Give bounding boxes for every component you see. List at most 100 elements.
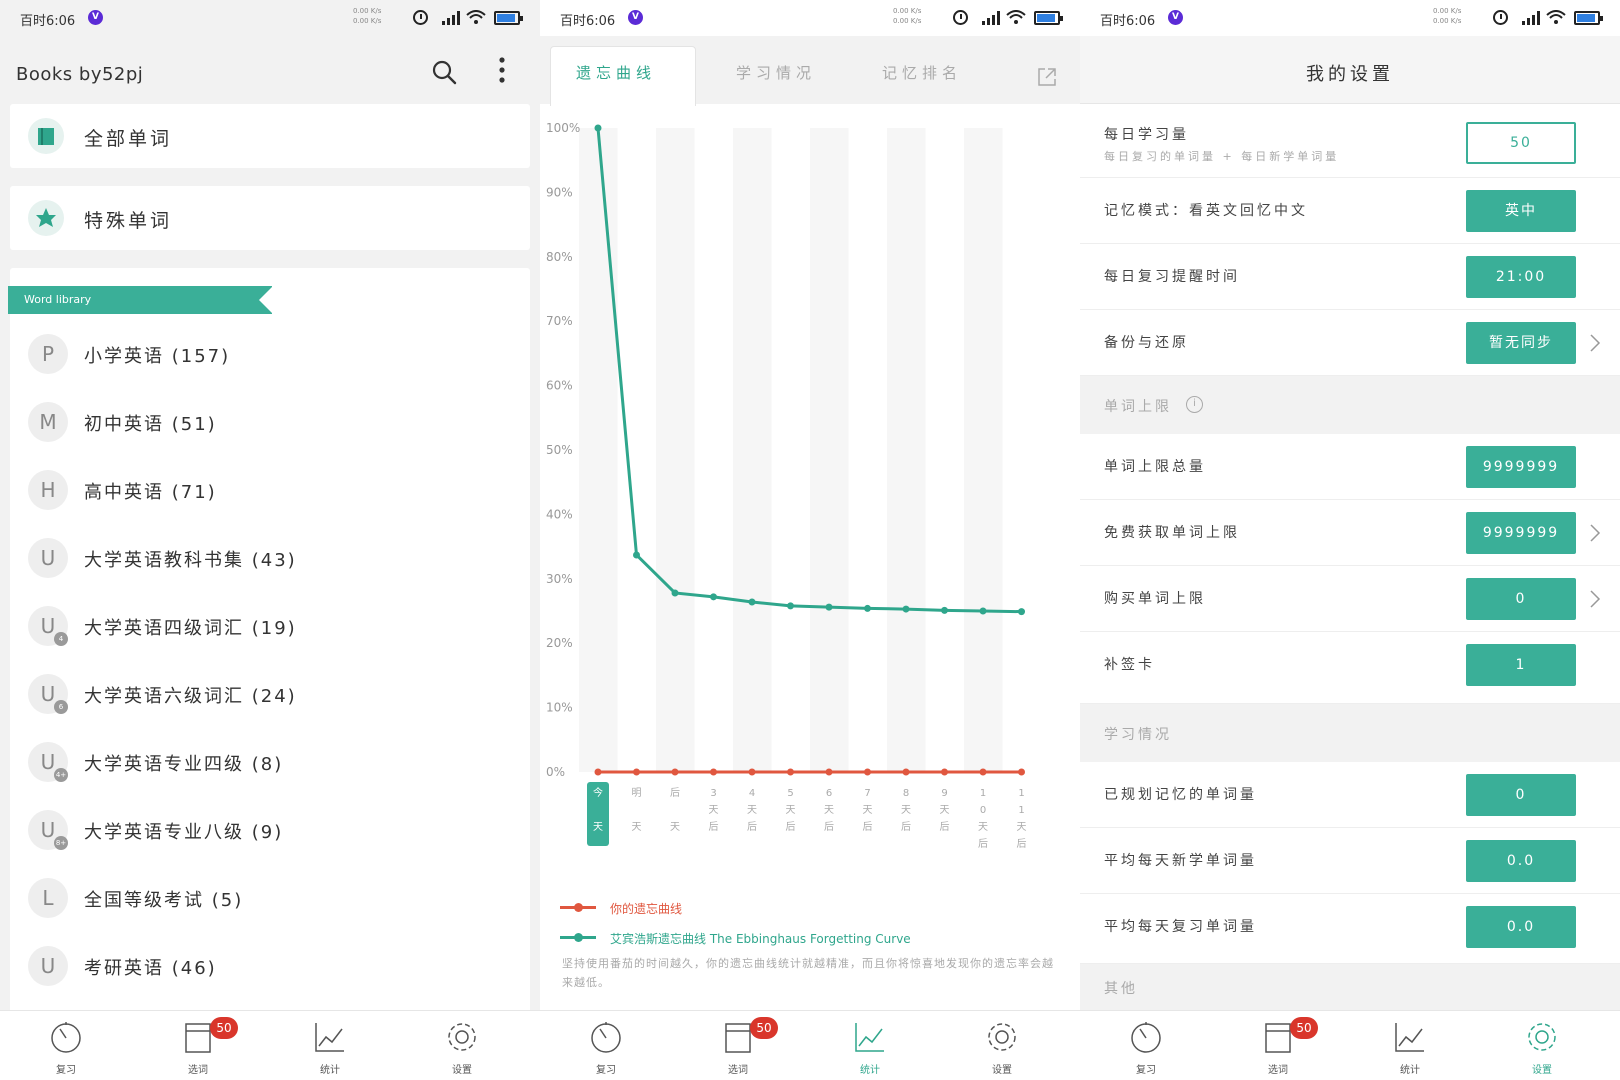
app-notification-icon: V xyxy=(88,10,103,25)
signal-icon xyxy=(1522,11,1542,25)
curve-note: 坚持使用番茄的时间越久，你的遗忘曲线统计就越精准，而且你将惊喜地发现你的遗忘率会… xyxy=(562,957,1054,989)
limit-total-value[interactable]: 9999999 xyxy=(1466,446,1576,488)
reminder-time-button[interactable]: 21:00 xyxy=(1466,256,1576,298)
library-letter-icon: U xyxy=(28,538,68,578)
library-name: 大学英语六级词汇 (24) xyxy=(84,686,297,707)
library-name: 小学英语 (157) xyxy=(84,346,231,367)
library-name: 大学英语教科书集 (43) xyxy=(84,550,297,571)
x-tick-label: 1 0 天后 xyxy=(978,788,988,850)
library-name: 大学英语专业四级 (8) xyxy=(84,754,284,775)
tab-settings[interactable]: 设置 xyxy=(1492,1011,1592,1080)
tab-review[interactable]: 复习 xyxy=(1096,1011,1196,1080)
book-icon xyxy=(28,118,64,154)
app-notification-icon: V xyxy=(628,10,643,25)
star-icon xyxy=(28,200,64,236)
tab-select-words[interactable]: 50 选词 xyxy=(688,1011,788,1080)
info-icon[interactable]: i xyxy=(1186,396,1203,413)
all-words-card[interactable]: 全部单词 xyxy=(10,104,530,168)
tab-settings[interactable]: 设置 xyxy=(952,1011,1052,1080)
search-icon[interactable] xyxy=(430,58,458,86)
x-tick-label: 5 天后 xyxy=(786,788,796,833)
line-chart-icon xyxy=(855,1023,884,1052)
chevron-right-icon[interactable] xyxy=(1588,588,1602,610)
x-tick-label: 9 天后 xyxy=(940,788,950,833)
wifi-icon xyxy=(1546,10,1566,24)
status-bar: 百时6:06 V 0.00 K/s 0.00 K/s xyxy=(0,0,540,36)
tab-select-words[interactable]: 50 选词 xyxy=(148,1011,248,1080)
makeup-card-value[interactable]: 1 xyxy=(1466,644,1576,686)
library-item[interactable]: U 6 大学英语六级词汇 (24) xyxy=(10,660,530,726)
bottom-tab-bar: 复习 50 选词 统计 设置 xyxy=(1080,1010,1620,1080)
tab-study-status[interactable]: 学习情况 xyxy=(736,62,816,83)
tab-review[interactable]: 复习 xyxy=(556,1011,656,1080)
chevron-right-icon[interactable] xyxy=(1588,332,1602,354)
grid-band xyxy=(810,128,849,772)
avg-new-value[interactable]: 0.0 xyxy=(1466,840,1576,882)
x-tick-label: 1 1 天后 xyxy=(1017,788,1027,850)
series-point-0 xyxy=(1018,768,1025,776)
tab-statistics[interactable]: 统计 xyxy=(1360,1011,1460,1080)
library-letter-icon: L xyxy=(28,878,68,918)
signal-icon xyxy=(442,11,462,25)
tab-statistics[interactable]: 统计 xyxy=(280,1011,380,1080)
y-tick-label: 80% xyxy=(546,250,573,264)
library-item[interactable]: H 高中英语 (71) xyxy=(10,456,530,522)
makeup-card-row: 补签卡 1 xyxy=(1080,632,1620,704)
library-item[interactable]: U 8+ 大学英语专业八级 (9) xyxy=(10,796,530,862)
alarm-icon xyxy=(953,10,968,25)
y-tick-label: 60% xyxy=(546,379,573,393)
library-item[interactable]: U 4+ 大学英语专业四级 (8) xyxy=(10,728,530,794)
library-item[interactable]: L 全国等级考试 (5) xyxy=(10,864,530,930)
library-item[interactable]: U 大学英语教科书集 (43) xyxy=(10,524,530,590)
library-item[interactable]: U 考研英语 (46) xyxy=(10,932,530,998)
grid-band xyxy=(733,128,772,772)
library-item[interactable]: U 4 大学英语四级词汇 (19) xyxy=(10,592,530,658)
group-other: 其他 xyxy=(1080,964,1620,1010)
tab-statistics[interactable]: 统计 xyxy=(820,1011,920,1080)
tab-select-words[interactable]: 50 选词 xyxy=(1228,1011,1328,1080)
backup-button[interactable]: 暂无同步 xyxy=(1466,322,1576,364)
library-name: 初中英语 (51) xyxy=(84,414,217,435)
daily-study-input[interactable]: 50 xyxy=(1466,122,1576,164)
network-speed: 0.00 K/s 0.00 K/s xyxy=(353,7,382,25)
avg-new-row: 平均每天新学单词量 0.0 xyxy=(1080,828,1620,894)
library-letter-icon: U xyxy=(28,946,68,986)
group-word-limit: 单词上限 i xyxy=(1080,376,1620,434)
line-chart-icon xyxy=(315,1023,344,1052)
memory-mode-button[interactable]: 英中 xyxy=(1466,190,1576,232)
library-letter-icon: M xyxy=(28,402,68,442)
library-item[interactable]: M 初中英语 (51) xyxy=(10,388,530,454)
avg-review-value[interactable]: 0.0 xyxy=(1466,906,1576,948)
status-time: 百时6:06 xyxy=(560,14,616,29)
share-icon[interactable] xyxy=(1036,66,1058,88)
series-point-1 xyxy=(979,607,987,615)
series-point-1 xyxy=(902,605,910,613)
series-point-1 xyxy=(710,593,717,601)
tab-review[interactable]: 复习 xyxy=(16,1011,116,1080)
app-bar: Books by52pj xyxy=(0,36,540,104)
x-tick-label: 7 天后 xyxy=(863,788,873,833)
library-name: 考研英语 (46) xyxy=(84,958,217,979)
x-tick-label: 明天 xyxy=(632,787,642,833)
daily-study-row: 每日学习量 每日复习的单词量 + 每日新学单词量 50 xyxy=(1080,110,1620,178)
timer-icon xyxy=(51,1022,81,1053)
series-point-0 xyxy=(671,768,679,776)
tab-settings[interactable]: 设置 xyxy=(412,1011,512,1080)
special-words-card[interactable]: 特殊单词 xyxy=(10,186,530,250)
limit-free-row: 免费获取单词上限 9999999 xyxy=(1080,500,1620,566)
library-item[interactable]: P 小学英语 (157) xyxy=(10,320,530,386)
limit-total-row: 单词上限总量 9999999 xyxy=(1080,434,1620,500)
limit-buy-value[interactable]: 0 xyxy=(1466,578,1576,620)
x-tick-label: 8 天后 xyxy=(901,788,911,833)
grid-band xyxy=(964,128,1003,772)
library-letter-icon: H xyxy=(28,470,68,510)
series-point-0 xyxy=(825,768,833,776)
battery-icon xyxy=(1034,11,1063,25)
tab-forgetting-curve[interactable]: 遗忘曲线 xyxy=(576,62,656,83)
tab-memory-ranking[interactable]: 记忆排名 xyxy=(882,62,962,83)
limit-free-value[interactable]: 9999999 xyxy=(1466,512,1576,554)
grid-band xyxy=(656,128,695,772)
planned-value[interactable]: 0 xyxy=(1466,774,1576,816)
chevron-right-icon[interactable] xyxy=(1588,522,1602,544)
more-vertical-icon[interactable] xyxy=(492,54,512,88)
